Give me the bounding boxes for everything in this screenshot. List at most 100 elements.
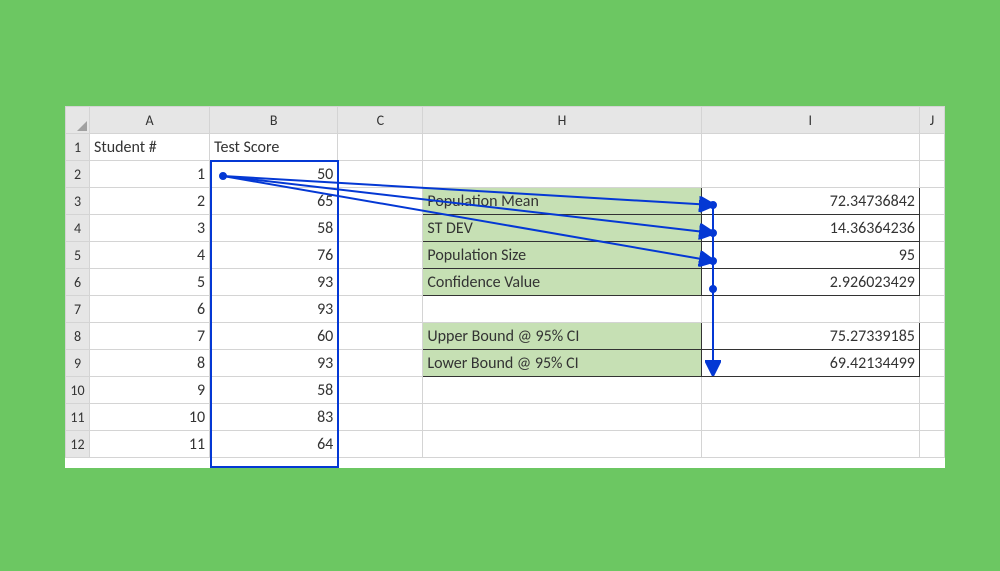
col-header-J[interactable]: J	[919, 107, 944, 134]
cell-I10[interactable]	[701, 377, 919, 404]
cell-B4[interactable]: 58	[210, 215, 338, 242]
cell-J6[interactable]	[919, 269, 944, 296]
cell-J3[interactable]	[919, 188, 944, 215]
cell-C7[interactable]	[338, 296, 423, 323]
cell-B1[interactable]: Test Score	[210, 134, 338, 161]
row-header[interactable]: 9	[66, 350, 90, 377]
cell-A10[interactable]: 9	[90, 377, 210, 404]
cell-A7[interactable]: 6	[90, 296, 210, 323]
row-header[interactable]: 1	[66, 134, 90, 161]
cell-J5[interactable]	[919, 242, 944, 269]
cell-A6[interactable]: 5	[90, 269, 210, 296]
cell-I3-population-mean-value[interactable]: 72.34736842	[701, 188, 919, 215]
cell-C3[interactable]	[338, 188, 423, 215]
cell-J11[interactable]	[919, 404, 944, 431]
cell-J10[interactable]	[919, 377, 944, 404]
cell-I7[interactable]	[701, 296, 919, 323]
cell-H2[interactable]	[423, 161, 701, 188]
row-header[interactable]: 12	[66, 431, 90, 458]
row-header[interactable]: 11	[66, 404, 90, 431]
cell-H12[interactable]	[423, 431, 701, 458]
cell-H4-stdev-label[interactable]: ST DEV	[423, 215, 701, 242]
cell-A12[interactable]: 11	[90, 431, 210, 458]
row-5: 5 4 76 Population Size 95	[66, 242, 945, 269]
cell-I12[interactable]	[701, 431, 919, 458]
row-6: 6 5 93 Confidence Value 2.926023429	[66, 269, 945, 296]
cell-C9[interactable]	[338, 350, 423, 377]
cell-A4[interactable]: 3	[90, 215, 210, 242]
cell-B9[interactable]: 93	[210, 350, 338, 377]
cell-J1[interactable]	[919, 134, 944, 161]
cell-A2[interactable]: 1	[90, 161, 210, 188]
row-header[interactable]: 5	[66, 242, 90, 269]
cell-J8[interactable]	[919, 323, 944, 350]
cell-H11[interactable]	[423, 404, 701, 431]
cell-J4[interactable]	[919, 215, 944, 242]
col-header-A[interactable]: A	[90, 107, 210, 134]
cell-B10[interactable]: 58	[210, 377, 338, 404]
cell-C2[interactable]	[338, 161, 423, 188]
col-header-C[interactable]: C	[338, 107, 423, 134]
cell-C10[interactable]	[338, 377, 423, 404]
cell-H10[interactable]	[423, 377, 701, 404]
col-header-I[interactable]: I	[701, 107, 919, 134]
cell-I2[interactable]	[701, 161, 919, 188]
cell-A1[interactable]: Student #	[90, 134, 210, 161]
spreadsheet-grid[interactable]: A B C H I J 1 Student # Test Score 2 1 5…	[65, 106, 945, 468]
cell-B2[interactable]: 50	[210, 161, 338, 188]
cell-C11[interactable]	[338, 404, 423, 431]
cell-A8[interactable]: 7	[90, 323, 210, 350]
cell-H1[interactable]	[423, 134, 701, 161]
cell-I6-confidence-value[interactable]: 2.926023429	[701, 269, 919, 296]
cell-H9-lower-bound-label[interactable]: Lower Bound @ 95% CI	[423, 350, 701, 377]
row-header[interactable]: 10	[66, 377, 90, 404]
cell-A11[interactable]: 10	[90, 404, 210, 431]
row-header[interactable]: 2	[66, 161, 90, 188]
cell-I8-upper-bound-value[interactable]: 75.27339185	[701, 323, 919, 350]
cell-H5-popsize-label[interactable]: Population Size	[423, 242, 701, 269]
row-2: 2 1 50	[66, 161, 945, 188]
cell-C1[interactable]	[338, 134, 423, 161]
cell-C5[interactable]	[338, 242, 423, 269]
cell-H8-upper-bound-label[interactable]: Upper Bound @ 95% CI	[423, 323, 701, 350]
cell-B8[interactable]: 60	[210, 323, 338, 350]
cell-I9-lower-bound-value[interactable]: 69.42134499	[701, 350, 919, 377]
row-9: 9 8 93 Lower Bound @ 95% CI 69.42134499	[66, 350, 945, 377]
cell-I11[interactable]	[701, 404, 919, 431]
cell-C6[interactable]	[338, 269, 423, 296]
row-1: 1 Student # Test Score	[66, 134, 945, 161]
cell-I4-stdev-value[interactable]: 14.36364236	[701, 215, 919, 242]
cell-B7[interactable]: 93	[210, 296, 338, 323]
cell-J9[interactable]	[919, 350, 944, 377]
select-all-corner[interactable]	[66, 107, 90, 134]
cell-A9[interactable]: 8	[90, 350, 210, 377]
cell-C4[interactable]	[338, 215, 423, 242]
cell-B3[interactable]: 65	[210, 188, 338, 215]
row-header[interactable]: 3	[66, 188, 90, 215]
row-header[interactable]: 4	[66, 215, 90, 242]
cell-A5[interactable]: 4	[90, 242, 210, 269]
row-header[interactable]: 6	[66, 269, 90, 296]
cell-C8[interactable]	[338, 323, 423, 350]
cell-H6-confidence-label[interactable]: Confidence Value	[423, 269, 701, 296]
row-8: 8 7 60 Upper Bound @ 95% CI 75.27339185	[66, 323, 945, 350]
col-header-H[interactable]: H	[423, 107, 701, 134]
cell-I5-popsize-value[interactable]: 95	[701, 242, 919, 269]
cell-B11[interactable]: 83	[210, 404, 338, 431]
cell-H7[interactable]	[423, 296, 701, 323]
cell-B12[interactable]: 64	[210, 431, 338, 458]
row-header[interactable]: 8	[66, 323, 90, 350]
cell-J7[interactable]	[919, 296, 944, 323]
cell-J12[interactable]	[919, 431, 944, 458]
row-header[interactable]: 7	[66, 296, 90, 323]
cell-A3[interactable]: 2	[90, 188, 210, 215]
cell-I1[interactable]	[701, 134, 919, 161]
grid-table: A B C H I J 1 Student # Test Score 2 1 5…	[65, 106, 945, 458]
cell-J2[interactable]	[919, 161, 944, 188]
cell-H3-population-mean-label[interactable]: Population Mean	[423, 188, 701, 215]
col-header-B[interactable]: B	[210, 107, 338, 134]
cell-B5[interactable]: 76	[210, 242, 338, 269]
cell-B6[interactable]: 93	[210, 269, 338, 296]
cell-C12[interactable]	[338, 431, 423, 458]
row-7: 7 6 93	[66, 296, 945, 323]
